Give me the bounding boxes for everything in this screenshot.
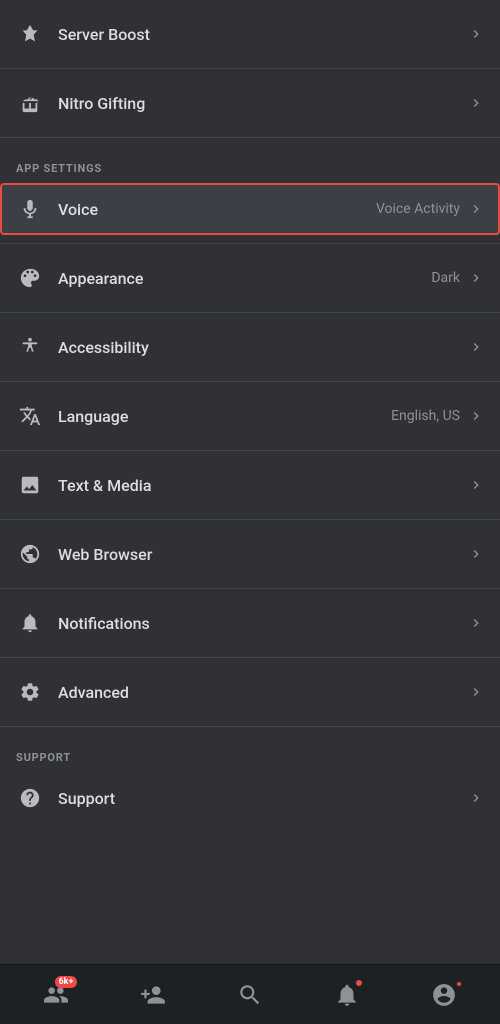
divider <box>0 312 500 313</box>
chevron-icon <box>468 684 484 700</box>
menu-item-voice[interactable]: Voice Voice Activity <box>0 183 500 235</box>
menu-item-appearance[interactable]: Appearance Dark <box>0 252 500 304</box>
divider <box>0 450 500 451</box>
menu-item-advanced[interactable]: Advanced <box>0 666 500 718</box>
server-boost-label: Server Boost <box>58 25 468 44</box>
menu-item-accessibility[interactable]: Accessibility <box>0 321 500 373</box>
divider <box>0 137 500 138</box>
menu-item-nitro-gifting[interactable]: Nitro Gifting <box>0 77 500 129</box>
divider <box>0 381 500 382</box>
globe-icon <box>16 540 44 568</box>
voice-label: Voice <box>58 200 376 219</box>
accessibility-icon <box>16 333 44 361</box>
chevron-icon <box>468 339 484 355</box>
menu-item-text-media[interactable]: Text & Media <box>0 459 500 511</box>
chevron-icon <box>468 546 484 562</box>
nav-item-add-friend[interactable] <box>128 974 178 1016</box>
bell-icon <box>16 609 44 637</box>
appearance-value: Dark <box>431 270 460 286</box>
accessibility-label: Accessibility <box>58 338 468 357</box>
divider <box>0 657 500 658</box>
friends-badge: 6k+ <box>55 976 78 988</box>
language-icon <box>16 402 44 430</box>
divider <box>0 243 500 244</box>
nav-item-friends[interactable]: 6k+ <box>31 974 81 1016</box>
nav-item-search[interactable] <box>225 974 275 1016</box>
menu-item-web-browser[interactable]: Web Browser <box>0 528 500 580</box>
microphone-icon <box>16 195 44 223</box>
divider <box>0 726 500 727</box>
app-settings-header: APP SETTINGS <box>0 146 500 183</box>
chevron-icon <box>468 270 484 286</box>
chevron-icon <box>468 408 484 424</box>
profile-icon <box>431 982 457 1008</box>
diamond-icon <box>16 20 44 48</box>
gear-icon <box>16 678 44 706</box>
language-value: English, US <box>391 408 460 424</box>
chevron-icon <box>468 201 484 217</box>
notifications-label: Notifications <box>58 614 468 633</box>
chevron-icon <box>468 26 484 42</box>
add-friend-icon <box>140 982 166 1008</box>
voice-value: Voice Activity <box>376 201 460 217</box>
menu-item-support[interactable]: Support <box>0 772 500 824</box>
menu-item-language[interactable]: Language English, US <box>0 390 500 442</box>
search-icon <box>237 982 263 1008</box>
language-label: Language <box>58 407 391 426</box>
gift-icon <box>16 89 44 117</box>
text-media-label: Text & Media <box>58 476 468 495</box>
support-header: SUPPORT <box>0 735 500 772</box>
menu-item-server-boost[interactable]: Server Boost <box>0 8 500 60</box>
nitro-gifting-label: Nitro Gifting <box>58 94 468 113</box>
palette-icon <box>16 264 44 292</box>
chevron-icon <box>468 477 484 493</box>
bell-badge-dot <box>354 978 364 988</box>
divider <box>0 68 500 69</box>
web-browser-label: Web Browser <box>58 545 468 564</box>
profile-badge-dot <box>455 980 463 988</box>
divider <box>0 588 500 589</box>
question-icon <box>16 784 44 812</box>
divider <box>0 519 500 520</box>
image-icon <box>16 471 44 499</box>
menu-item-notifications[interactable]: Notifications <box>0 597 500 649</box>
bottom-nav: 6k+ <box>0 964 500 1024</box>
advanced-label: Advanced <box>58 683 468 702</box>
chevron-icon <box>468 790 484 806</box>
settings-list: Server Boost Nitro Gifting APP SETTINGS … <box>0 0 500 964</box>
nav-item-bell[interactable] <box>322 974 372 1016</box>
chevron-icon <box>468 615 484 631</box>
nav-item-profile[interactable] <box>419 974 469 1016</box>
chevron-icon <box>468 95 484 111</box>
support-label: Support <box>58 789 468 808</box>
appearance-label: Appearance <box>58 269 431 288</box>
